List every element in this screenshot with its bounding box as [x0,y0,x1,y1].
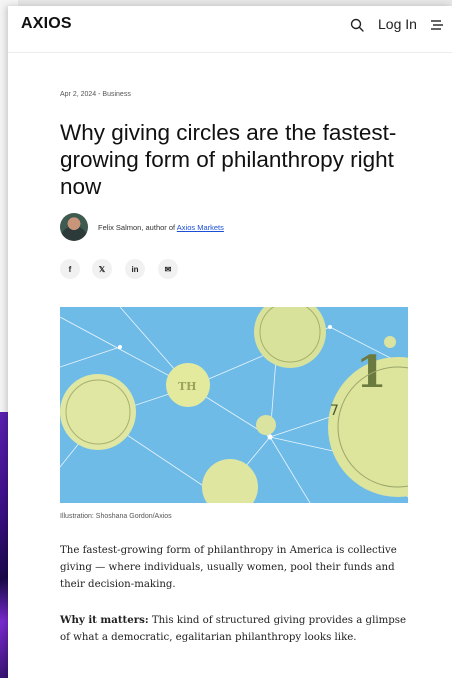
facebook-icon: f [68,264,72,274]
article-window: AXIOS Log In Apr 2, 2024 - Business Why … [8,6,452,678]
login-link[interactable]: Log In [378,16,417,32]
email-icon: ✉ [164,264,172,274]
image-caption: Illustration: Shoshana Gordon/Axios [60,513,172,520]
svg-text:1: 1 [356,347,387,398]
email-share-button[interactable]: ✉ [158,259,178,279]
svg-text:7: 7 [330,403,339,419]
why-it-matters-label: Why it matters: [60,614,149,626]
author-byline: Felix Salmon, author of Axios Markets [98,223,224,232]
article-paragraph-why-it-matters: Why it matters: This kind of structured … [60,612,410,646]
author-name: Felix Salmon, author of [98,223,177,232]
facebook-share-button[interactable]: f [60,259,80,279]
svg-text:TH: TH [178,380,197,393]
menu-icon[interactable] [429,17,445,33]
article-paragraph: The fastest-growing form of philanthropy… [60,545,397,590]
x-share-button[interactable]: 𝕏 [92,259,112,279]
linkedin-icon: in [131,264,139,274]
linkedin-share-button[interactable]: in [125,259,145,279]
search-icon[interactable] [349,17,365,33]
hero-illustration: TH 1 7 [60,307,408,503]
author-newsletter-link[interactable]: Axios Markets [177,223,224,232]
axios-logo[interactable]: AXIOS [21,15,72,33]
article-headline: Why giving circles are the fastest-growi… [60,120,397,199]
article-dateline: Apr 2, 2024 - Business [60,91,131,98]
x-icon: 𝕏 [98,264,106,274]
site-header: AXIOS Log In [8,6,452,53]
author-avatar[interactable] [60,213,88,241]
